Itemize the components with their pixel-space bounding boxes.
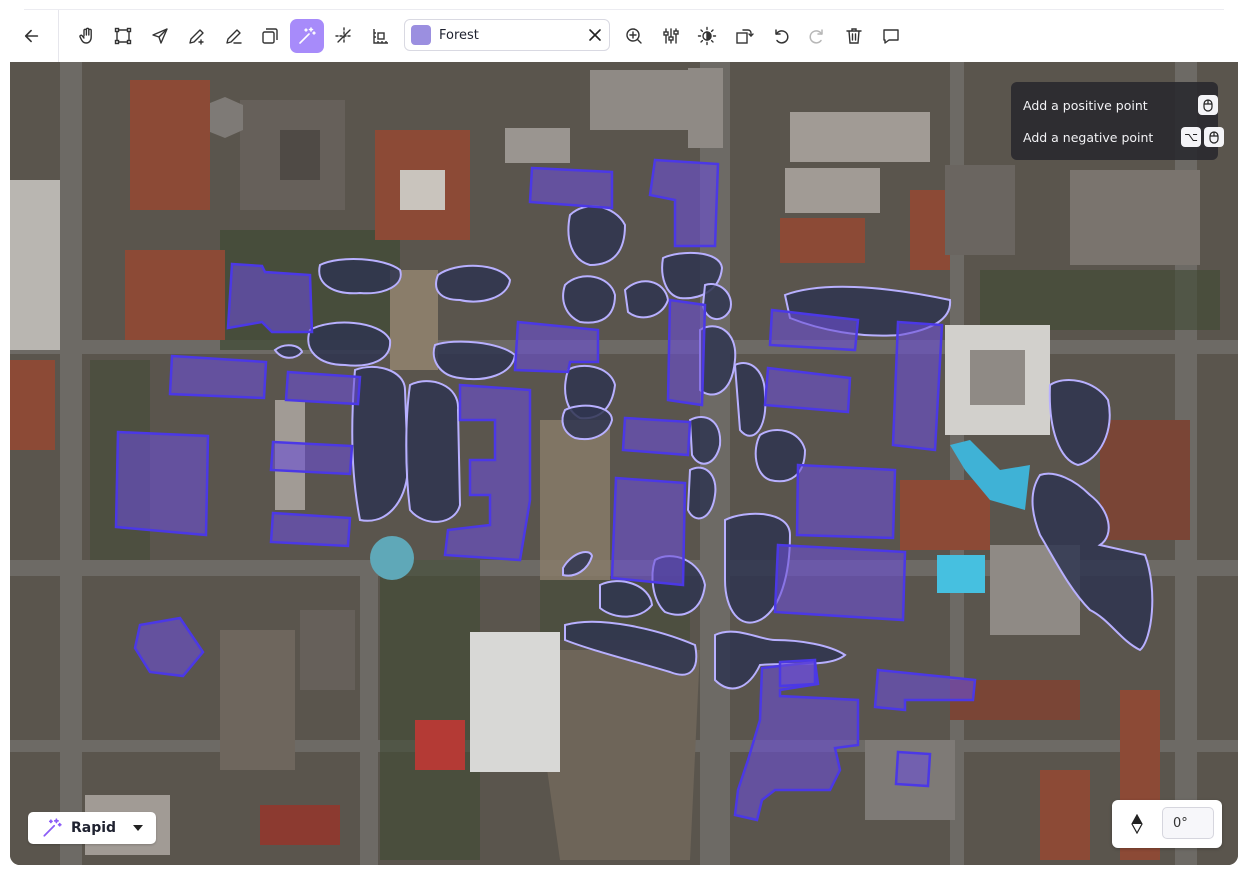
draw-edit-tool-button[interactable] (217, 19, 251, 53)
redo-icon (809, 29, 823, 44)
pan-tool-button[interactable] (70, 19, 104, 53)
rotate-button[interactable] (727, 19, 761, 53)
redo-button[interactable] (800, 19, 834, 53)
mouse-icon (1204, 127, 1224, 147)
copy-tool-button[interactable] (253, 19, 287, 53)
ruler-measure-icon (373, 29, 388, 44)
class-select[interactable]: Forest (404, 19, 610, 51)
comment-icon (883, 29, 899, 44)
toolbar-divider (58, 10, 59, 62)
mode-label: Rapid (71, 820, 117, 836)
hint-positive-label: Add a positive point (1023, 97, 1148, 113)
orientation-control (1112, 800, 1222, 848)
polygon-tool-button[interactable] (106, 19, 140, 53)
compass-north-icon (1131, 814, 1143, 834)
comment-button[interactable] (874, 19, 908, 53)
magic-wand-icon (43, 818, 62, 837)
zoom-in-icon (626, 28, 642, 44)
undo-icon (775, 29, 789, 44)
undo-button[interactable] (764, 19, 798, 53)
pen-add-icon (189, 29, 204, 45)
polygon-icon (114, 27, 132, 45)
adjust-button[interactable] (654, 19, 688, 53)
hint-negative-label: Add a negative point (1023, 129, 1154, 145)
aerial-imagery (10, 62, 1238, 865)
select-tool-button[interactable] (143, 19, 177, 53)
hand-pan-icon (79, 27, 92, 44)
class-clear-button[interactable] (581, 21, 609, 49)
draw-add-tool-button[interactable] (180, 19, 214, 53)
measure-tool-button[interactable] (364, 19, 398, 53)
hint-negative-row: Add a negative point ⌥ (1023, 126, 1227, 148)
split-tool-button[interactable] (327, 19, 361, 53)
magic-wand-tool-button[interactable] (290, 19, 324, 53)
trash-icon (846, 28, 862, 44)
shortcut-hint-panel: Add a positive point Add a negative poin… (1011, 82, 1224, 160)
brightness-icon (697, 26, 717, 46)
hint-positive-row: Add a positive point (1023, 94, 1221, 116)
sliders-icon (663, 28, 679, 44)
brightness-button[interactable] (690, 19, 724, 53)
magic-wand-icon (299, 27, 316, 44)
mouse-icon (1198, 95, 1218, 115)
class-name: Forest (439, 27, 479, 43)
back-arrow-icon (24, 29, 39, 43)
back-button[interactable] (14, 18, 50, 54)
mode-dropdown[interactable]: Rapid (28, 812, 156, 844)
caret-down-icon (133, 825, 143, 831)
close-icon (589, 29, 601, 41)
annotation-toolbar: Forest (0, 10, 1248, 62)
option-key-icon: ⌥ (1181, 127, 1201, 147)
imagery-canvas[interactable] (10, 62, 1238, 865)
cursor-arrow-icon (152, 28, 168, 44)
split-cross-icon (335, 27, 353, 45)
pen-edit-icon (226, 29, 242, 44)
delete-button[interactable] (837, 19, 871, 53)
rotate-square-icon (736, 29, 754, 44)
copy-layers-icon (262, 28, 278, 44)
class-color-swatch (411, 25, 431, 45)
zoom-button[interactable] (617, 19, 651, 53)
rotation-input[interactable] (1162, 807, 1214, 839)
